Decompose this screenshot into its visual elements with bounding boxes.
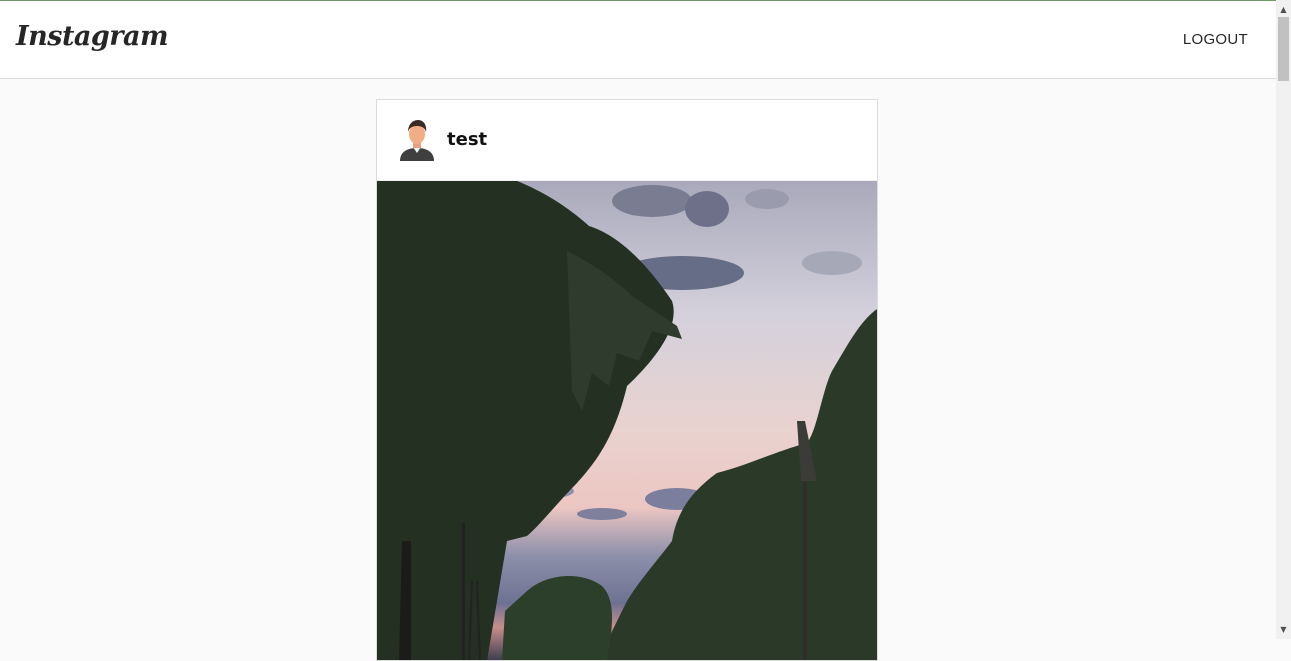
- post-header: test: [377, 100, 877, 181]
- post-username[interactable]: test: [447, 129, 487, 150]
- post-photo[interactable]: [377, 181, 877, 661]
- scroll-up-arrow-icon[interactable]: ▲: [1276, 2, 1291, 17]
- logout-button[interactable]: LOGOUT: [1183, 31, 1248, 48]
- page-scrollbar[interactable]: ▲ ▼: [1276, 0, 1291, 639]
- user-avatar-icon[interactable]: [397, 119, 437, 161]
- instagram-logo[interactable]: Instagram: [16, 21, 169, 52]
- navbar: Instagram LOGOUT: [0, 1, 1276, 79]
- scroll-down-arrow-icon[interactable]: ▼: [1276, 622, 1291, 637]
- post-card: test: [376, 99, 878, 661]
- scroll-thumb[interactable]: [1278, 17, 1289, 81]
